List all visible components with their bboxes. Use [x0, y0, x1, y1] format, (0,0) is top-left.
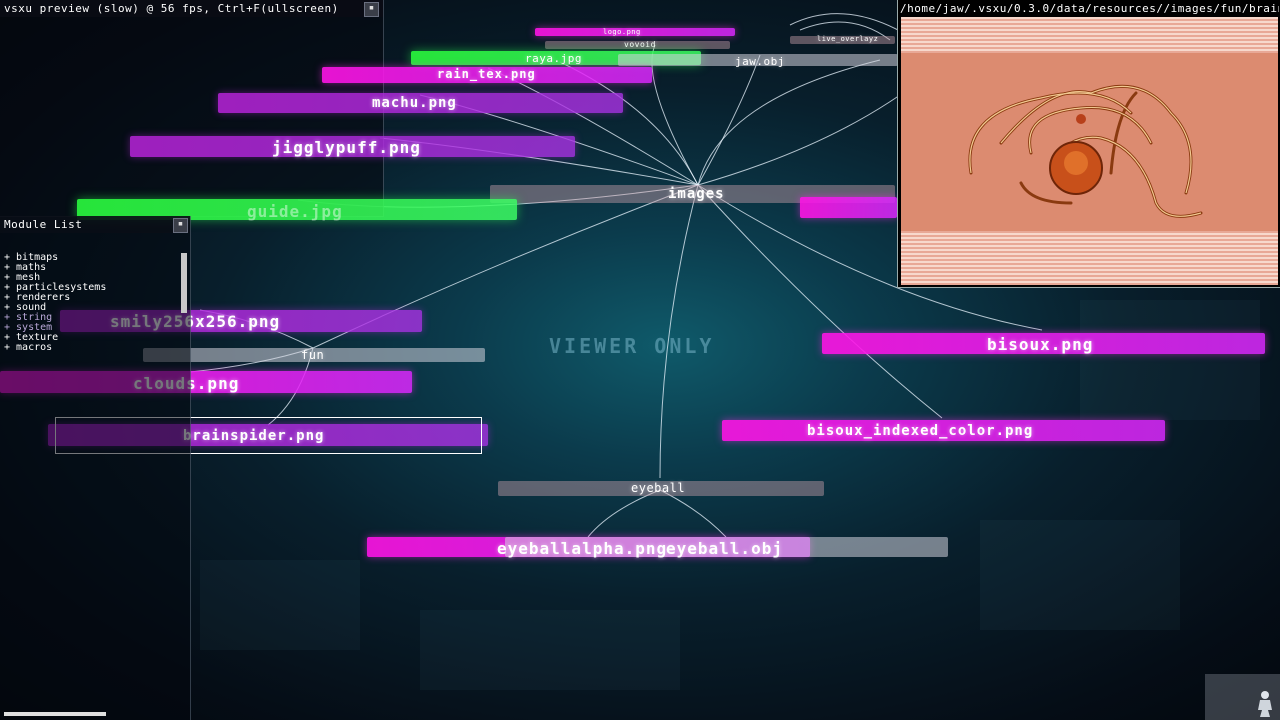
wire	[587, 489, 661, 538]
wire	[697, 59, 881, 186]
node-label-rain-tex[interactable]: rain_tex.png	[437, 67, 536, 81]
node-label-machu[interactable]: machu.png	[372, 95, 457, 111]
module-list-panel[interactable]: Module List ▪ + bitmaps + maths + mesh +…	[0, 216, 191, 720]
node-bar-offscreen[interactable]	[800, 197, 897, 218]
wire	[659, 489, 727, 538]
node-label-jaw-obj[interactable]: jaw.obj	[735, 55, 785, 68]
node-label-fun[interactable]: fun	[301, 348, 324, 362]
node-label-vovoid[interactable]: vovoid	[624, 40, 656, 49]
node-label-eyeball[interactable]: eyeball	[631, 481, 685, 495]
node-label-eyeball-obj[interactable]: eyeball.obj	[666, 539, 783, 558]
module-list-horizontal-scrollbar[interactable]	[4, 712, 106, 716]
node-label-eyeballalpha[interactable]: eyeballalpha.png	[497, 539, 667, 558]
module-list-scrollbar[interactable]	[181, 253, 187, 313]
module-tree: + bitmaps + maths + mesh + particlesyste…	[4, 253, 106, 353]
preview-window-title[interactable]: vsxu preview (slow) @ 56 fps, Ctrl+F(ull…	[0, 0, 383, 17]
node-label-images[interactable]: images	[668, 186, 725, 202]
preview-close-button[interactable]: ▪	[364, 2, 379, 17]
node-label-jigglypuff[interactable]: jigglypuff.png	[272, 138, 421, 157]
image-preview-band	[901, 53, 1278, 231]
node-label-guide[interactable]: guide.jpg	[247, 202, 343, 221]
viewer-only-watermark: VIEWER ONLY	[549, 334, 715, 358]
node-label-logo[interactable]: logo.png	[603, 28, 641, 36]
wire	[697, 94, 901, 186]
wire	[697, 54, 761, 186]
node-label-bisoux-indexed[interactable]: bisoux_indexed_color.png	[807, 423, 1033, 439]
brainspider-image	[968, 84, 1203, 218]
figure-icon	[1258, 691, 1272, 717]
node-label-live-overlay[interactable]: live_overlayz	[817, 35, 878, 43]
wire	[659, 184, 699, 479]
node-label-raya[interactable]: raya.jpg	[525, 52, 582, 65]
module-list-close-button[interactable]: ▪	[173, 218, 188, 233]
image-preview-canvas	[901, 17, 1278, 285]
node-label-bisoux[interactable]: bisoux.png	[987, 335, 1093, 354]
module-category-macros[interactable]: + macros	[4, 343, 106, 353]
module-list-title[interactable]: Module List	[0, 216, 190, 233]
wire	[651, 44, 699, 186]
image-preview-path: /home/jaw/.vsxu/0.3.0/data/resources//im…	[900, 2, 1279, 15]
image-preview-window[interactable]: /home/jaw/.vsxu/0.3.0/data/resources//im…	[897, 0, 1280, 288]
